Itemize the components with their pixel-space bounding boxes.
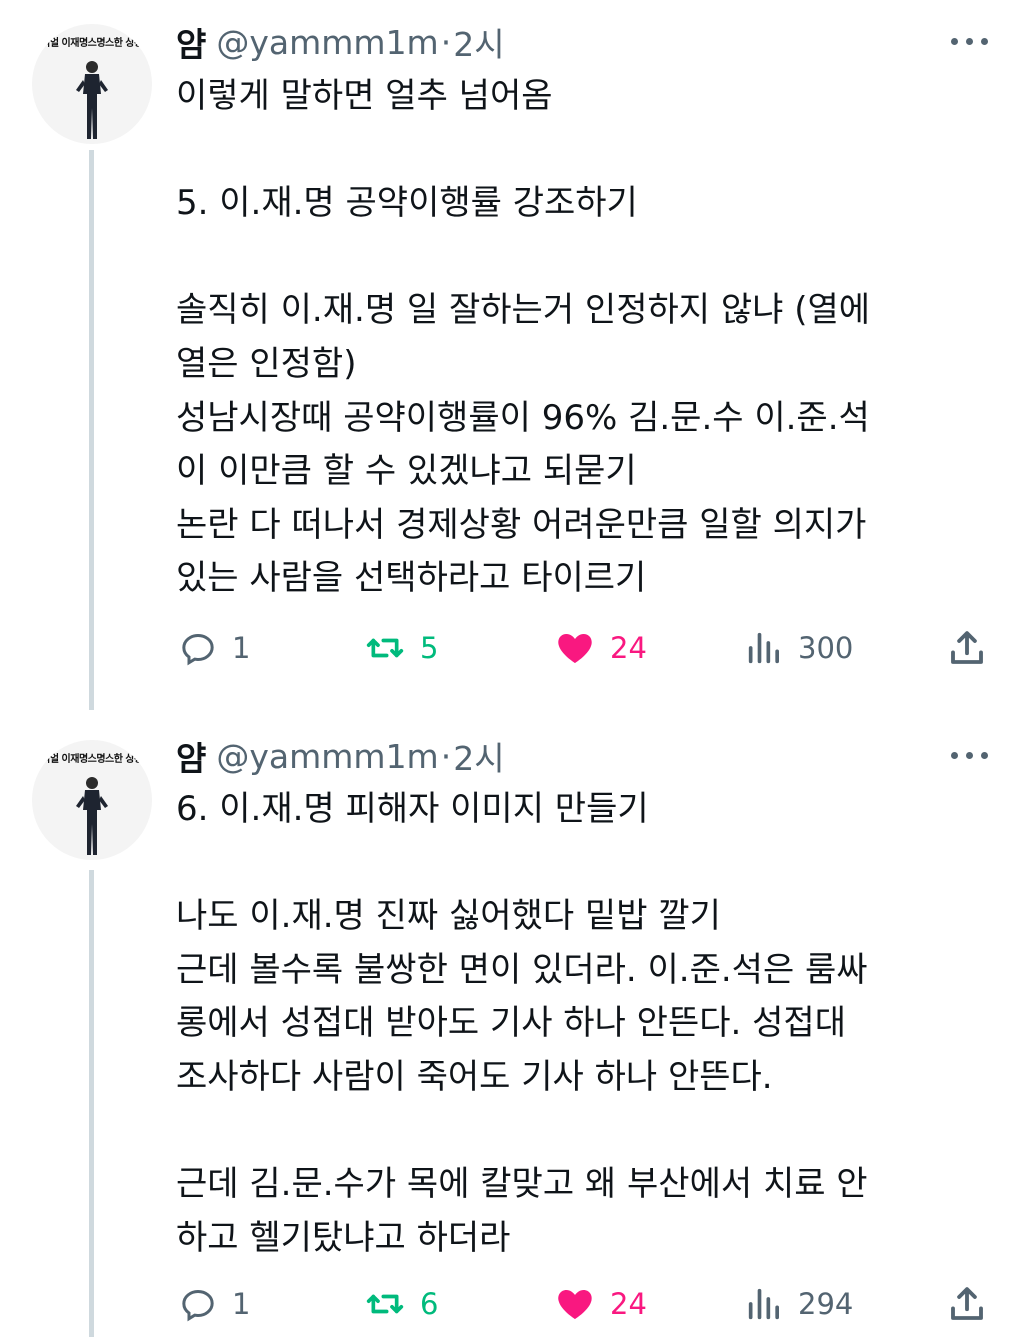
avatar[interactable]: 리얼 이재명스명스한 상황: [32, 24, 152, 144]
tweet-line: 근데 김.문.수가 목에 칼맞고 왜 부산에서 치료 안: [176, 1164, 868, 1205]
tweet-line: [176, 231, 976, 285]
tweet-line: [176, 1105, 976, 1159]
separator-dot: ·: [440, 736, 452, 776]
tweet-line: 하고 헬기탔냐고 하더라: [176, 1217, 511, 1258]
like-button[interactable]: 24: [554, 1284, 647, 1324]
tweet-line: 조사하다 사람이 죽어도 기사 하나 안뜬다.: [176, 1056, 773, 1097]
tweet-text: 6. 이.재.명 피해자 이미지 만들기 나도 이.재.명 진짜 싫어했다 밑밥…: [176, 783, 976, 1265]
retweet-icon: [366, 1294, 404, 1314]
reply-button[interactable]: 1: [178, 1284, 250, 1324]
author-name[interactable]: 얌: [176, 732, 206, 780]
tweet-header: 얌 @yammm1m · 2시: [176, 732, 505, 780]
views-count: 300: [798, 631, 854, 665]
views-button[interactable]: 300: [744, 628, 853, 668]
tweet-line: 있는 사람을 선택하라고 타이르기: [176, 558, 647, 599]
retweet-icon: [366, 638, 404, 658]
share-button[interactable]: [946, 628, 988, 668]
reply-icon: [182, 633, 214, 666]
tweet-line: 열은 인정함): [176, 343, 357, 384]
reply-count: 1: [232, 1287, 251, 1321]
views-count: 294: [798, 1287, 854, 1321]
reply-button[interactable]: 1: [178, 628, 250, 668]
tweet-line: 솔직히 이.재.명 일 잘하는거 인정하지 않냐 (열에: [176, 290, 871, 331]
tweet-line: 논란 다 떠나서 경제상황 어려운만큼 일할 의지가: [176, 504, 867, 545]
views-button[interactable]: 294: [744, 1284, 853, 1324]
like-count: 24: [610, 631, 647, 665]
tweet-line: 롱에서 성접대 받아도 기사 하나 안뜬다. 성접대: [176, 1003, 846, 1044]
retweet-button[interactable]: 6: [364, 1284, 438, 1324]
retweet-count: 5: [420, 631, 439, 665]
reply-icon: [182, 1289, 214, 1322]
views-icon: [748, 1288, 779, 1320]
tweet-line: [176, 124, 976, 178]
timestamp[interactable]: 2시: [453, 732, 504, 780]
separator-dot: ·: [440, 22, 452, 62]
like-button[interactable]: 24: [554, 628, 647, 668]
more-button[interactable]: [948, 746, 992, 766]
action-bar: 1 6 24 294: [176, 1284, 996, 1324]
views-icon: [748, 632, 779, 664]
author-handle[interactable]: @yammm1m: [216, 737, 438, 776]
retweet-count: 6: [420, 1287, 439, 1321]
tweet-line: [176, 837, 976, 891]
reply-count: 1: [232, 631, 251, 665]
thread-line: [89, 870, 94, 1337]
tweet[interactable]: 리얼 이재명스명스한 상황 얌 @yammm1m · 2시 이렇게 말하면 얼추…: [0, 0, 1024, 710]
avatar[interactable]: 리얼 이재명스명스한 상황: [32, 740, 152, 860]
tweet-line: 이 이만큼 할 수 있겠냐고 되묻기: [176, 451, 637, 492]
tweet-line: 이렇게 말하면 얼추 넘어옴: [176, 76, 553, 116]
action-bar: 1 5 24 300: [176, 628, 996, 668]
tweet-line: 6. 이.재.명 피해자 이미지 만들기: [176, 789, 649, 829]
author-name[interactable]: 얌: [176, 18, 206, 66]
avatar-figure-icon: [76, 777, 108, 855]
thread-line: [89, 150, 94, 710]
tweet-line: 나도 이.재.명 진짜 싫어했다 밑밥 깔기: [176, 896, 721, 937]
tweet-line: 성남시장때 공약이행률이 96% 김.문.수 이.준.석: [176, 397, 870, 438]
heart-icon: [558, 1290, 592, 1319]
share-icon: [951, 631, 983, 664]
tweet-line: 5. 이.재.명 공약이행률 강조하기: [176, 183, 638, 224]
tweet[interactable]: 리얼 이재명스명스한 상황 얌 @yammm1m · 2시 6. 이.재.명 피…: [0, 710, 1024, 1337]
more-button[interactable]: [948, 32, 992, 52]
timestamp[interactable]: 2시: [453, 18, 504, 66]
share-icon: [951, 1287, 983, 1320]
tweet-header: 얌 @yammm1m · 2시: [176, 18, 505, 66]
retweet-button[interactable]: 5: [364, 628, 438, 668]
share-button[interactable]: [946, 1284, 988, 1324]
author-handle[interactable]: @yammm1m: [216, 23, 438, 62]
tweet-text: 이렇게 말하면 얼추 넘어옴 5. 이.재.명 공약이행률 강조하기 솔직히 이…: [176, 70, 976, 606]
avatar-figure-icon: [76, 61, 108, 139]
like-count: 24: [610, 1287, 647, 1321]
tweet-line: 근데 볼수록 불쌍한 면이 있더라. 이.준.석은 룸싸: [176, 949, 868, 990]
heart-icon: [558, 634, 592, 663]
